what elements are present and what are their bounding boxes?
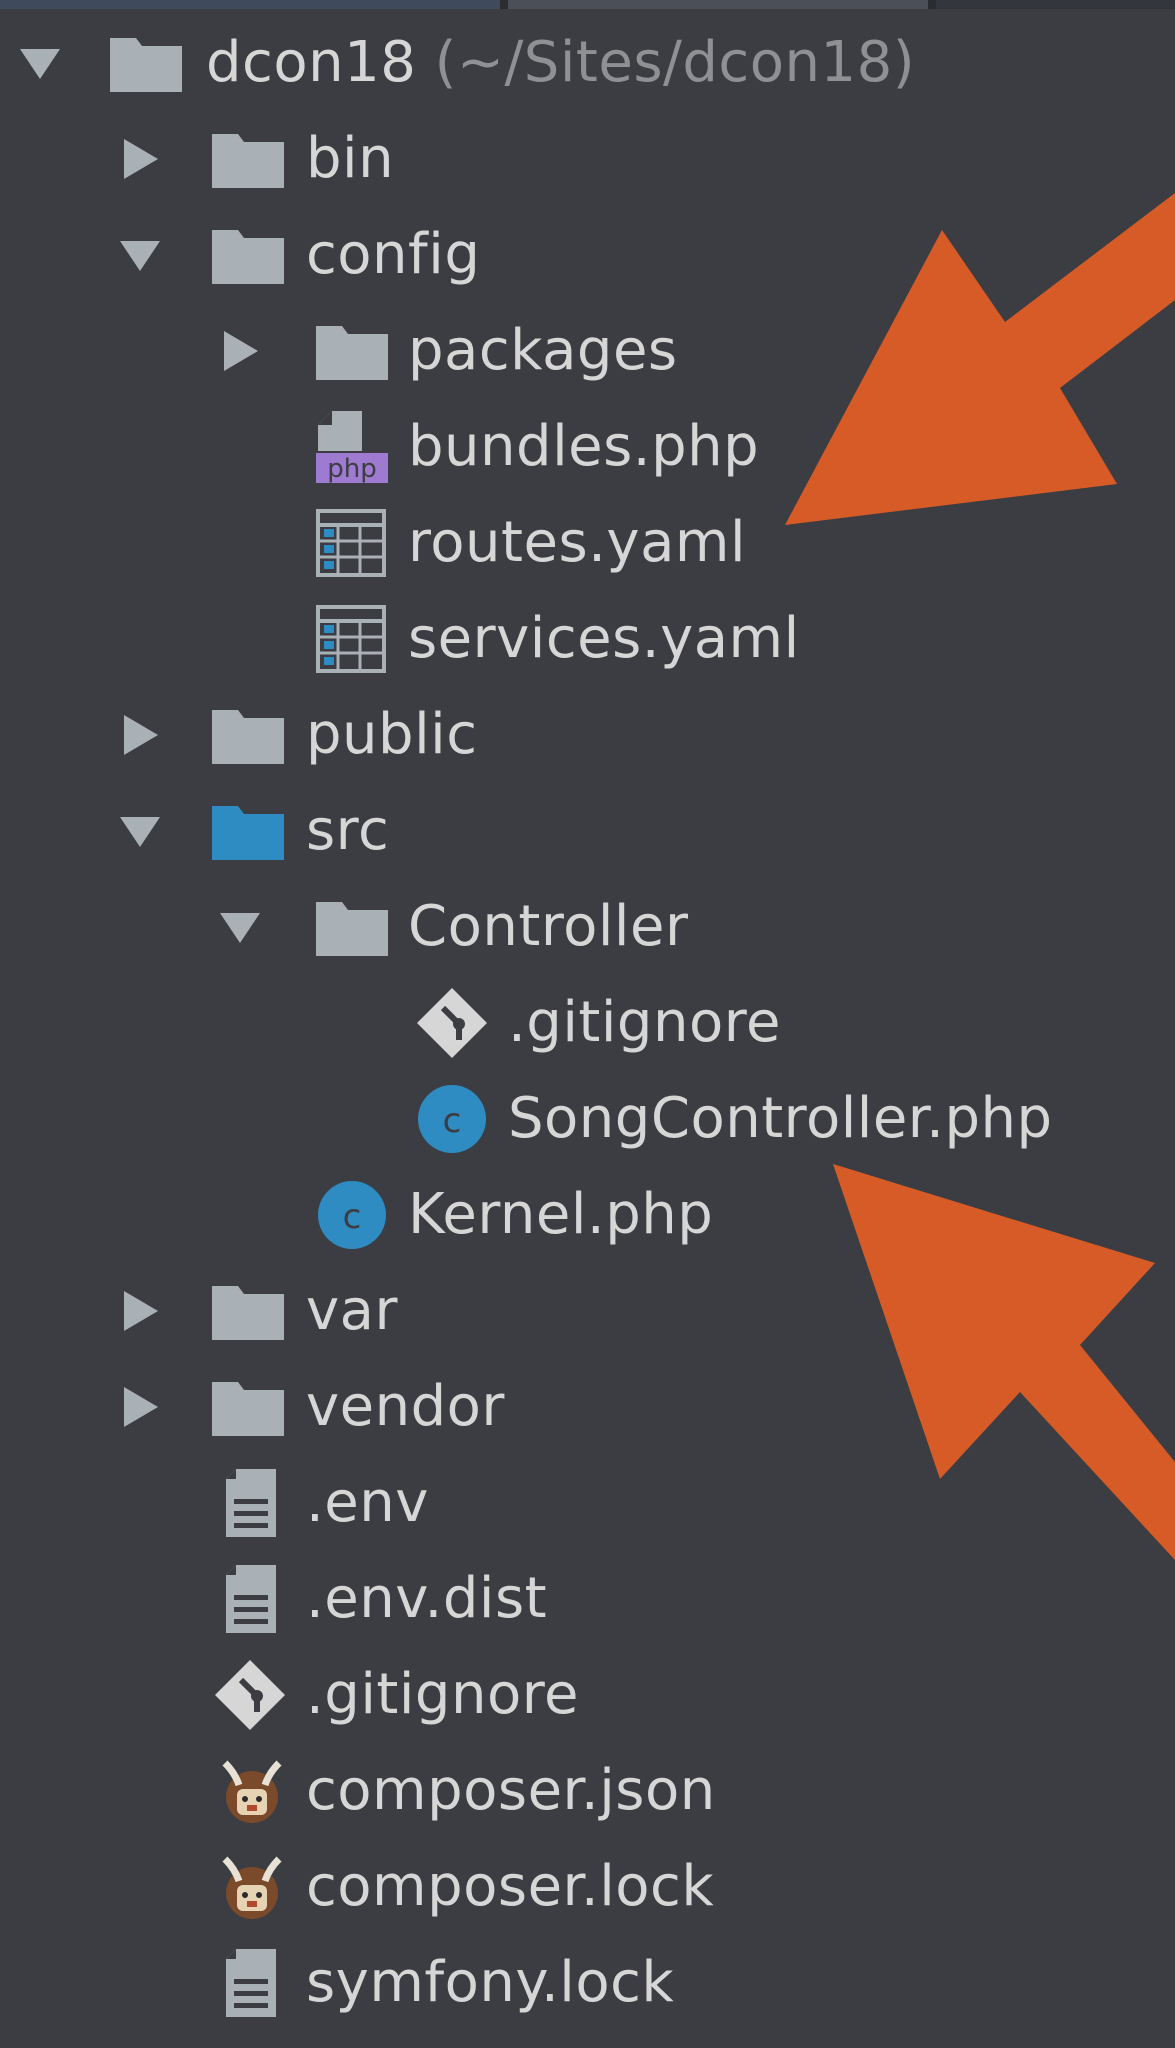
chevron-down-icon[interactable] bbox=[116, 231, 164, 279]
tree-item-label: services.yaml bbox=[408, 606, 800, 671]
folder-icon bbox=[210, 697, 286, 773]
chevron-right-icon[interactable] bbox=[116, 1287, 164, 1335]
tab-strip-segment bbox=[508, 0, 928, 9]
php-class-icon: c bbox=[314, 1177, 390, 1253]
folder-icon bbox=[314, 313, 390, 389]
yaml-file-icon bbox=[314, 505, 390, 581]
tree-row-env-dist[interactable]: .env.dist bbox=[0, 1551, 1175, 1647]
chevron-right-icon[interactable] bbox=[116, 711, 164, 759]
tree-item-label: packages bbox=[408, 318, 678, 383]
chevron-right-icon[interactable] bbox=[116, 1383, 164, 1431]
tree-item-label: symfony.lock bbox=[306, 1950, 675, 2015]
tree-row-symfony-lock[interactable]: symfony.lock bbox=[0, 1935, 1175, 2031]
tree-item-label: Kernel.php bbox=[408, 1182, 714, 1247]
tab-strip-segment bbox=[936, 0, 1175, 9]
tree-row-src[interactable]: src bbox=[0, 783, 1175, 879]
folder-icon bbox=[108, 25, 184, 101]
root-name: dcon18 bbox=[206, 30, 417, 95]
chevron-down-icon[interactable] bbox=[116, 807, 164, 855]
tree-row-bundles-php[interactable]: php bundles.php bbox=[0, 399, 1175, 495]
tree-row-composer-json[interactable]: composer.json bbox=[0, 1743, 1175, 1839]
tree-item-label: composer.json bbox=[306, 1758, 716, 1823]
tree-row-composer-lock[interactable]: composer.lock bbox=[0, 1839, 1175, 1935]
tree-item-label: routes.yaml bbox=[408, 510, 746, 575]
chevron-right-icon[interactable] bbox=[216, 327, 264, 375]
tree-row-root[interactable]: dcon18 (~/Sites/dcon18) bbox=[0, 15, 1175, 111]
tree-item-label: var bbox=[306, 1278, 398, 1343]
tree-item-label: bundles.php bbox=[408, 414, 760, 479]
tree-item-label: .gitignore bbox=[306, 1662, 579, 1727]
tree-item-label: .env.dist bbox=[306, 1566, 548, 1631]
folder-icon bbox=[314, 889, 390, 965]
php-class-icon: c bbox=[414, 1081, 490, 1157]
php-badge-text: php bbox=[327, 454, 377, 484]
tab-strip-segment bbox=[0, 0, 500, 9]
tree-row-var[interactable]: var bbox=[0, 1263, 1175, 1359]
folder-icon bbox=[210, 1369, 286, 1445]
tree-row-env[interactable]: .env bbox=[0, 1455, 1175, 1551]
class-glyph: c bbox=[343, 1197, 362, 1237]
project-tree-panel: dcon18 (~/Sites/dcon18) bin config packa… bbox=[0, 0, 1175, 2048]
tree-row-config[interactable]: config bbox=[0, 207, 1175, 303]
top-tab-strip bbox=[0, 0, 1175, 9]
text-file-icon bbox=[214, 1561, 290, 1637]
tree-item-label: Controller bbox=[408, 894, 689, 959]
root-path: (~/Sites/dcon18) bbox=[434, 30, 916, 95]
tree-row-routes-yaml[interactable]: routes.yaml bbox=[0, 495, 1175, 591]
chevron-right-icon[interactable] bbox=[116, 135, 164, 183]
tree-item-label: vendor bbox=[306, 1374, 505, 1439]
yaml-file-icon bbox=[314, 601, 390, 677]
git-icon bbox=[212, 1657, 288, 1733]
git-icon bbox=[414, 985, 490, 1061]
folder-icon bbox=[210, 217, 286, 293]
source-folder-icon bbox=[210, 793, 286, 869]
tree-item-label: public bbox=[306, 702, 478, 767]
tree-row-public[interactable]: public bbox=[0, 687, 1175, 783]
tree-item-label: bin bbox=[306, 126, 395, 191]
tree-item-label: .gitignore bbox=[508, 990, 781, 1055]
tree-item-label: SongController.php bbox=[508, 1086, 1053, 1151]
text-file-icon bbox=[214, 1945, 290, 2021]
tree-row-services-yaml[interactable]: services.yaml bbox=[0, 591, 1175, 687]
tree-item-label: src bbox=[306, 798, 390, 863]
composer-icon bbox=[214, 1753, 290, 1829]
php-file-icon: php bbox=[314, 409, 390, 485]
tree-row-root-gitignore[interactable]: .gitignore bbox=[0, 1647, 1175, 1743]
class-glyph: c bbox=[443, 1101, 462, 1141]
chevron-down-icon[interactable] bbox=[16, 39, 64, 87]
tree-row-song-controller[interactable]: c SongController.php bbox=[0, 1071, 1175, 1167]
text-file-icon bbox=[214, 1465, 290, 1541]
tree-item-label: composer.lock bbox=[306, 1854, 715, 1919]
tree-row-packages[interactable]: packages bbox=[0, 303, 1175, 399]
tree-row-controller[interactable]: Controller bbox=[0, 879, 1175, 975]
folder-icon bbox=[210, 121, 286, 197]
chevron-down-icon[interactable] bbox=[216, 903, 264, 951]
tree-item-label: config bbox=[306, 222, 481, 287]
tree-row-bin[interactable]: bin bbox=[0, 111, 1175, 207]
tree-row-controller-gitignore[interactable]: .gitignore bbox=[0, 975, 1175, 1071]
tree-row-vendor[interactable]: vendor bbox=[0, 1359, 1175, 1455]
tree-row-kernel[interactable]: c Kernel.php bbox=[0, 1167, 1175, 1263]
folder-icon bbox=[210, 1273, 286, 1349]
composer-icon bbox=[214, 1849, 290, 1925]
tree-item-label: .env bbox=[306, 1470, 429, 1535]
root-label: dcon18 (~/Sites/dcon18) bbox=[206, 15, 915, 111]
